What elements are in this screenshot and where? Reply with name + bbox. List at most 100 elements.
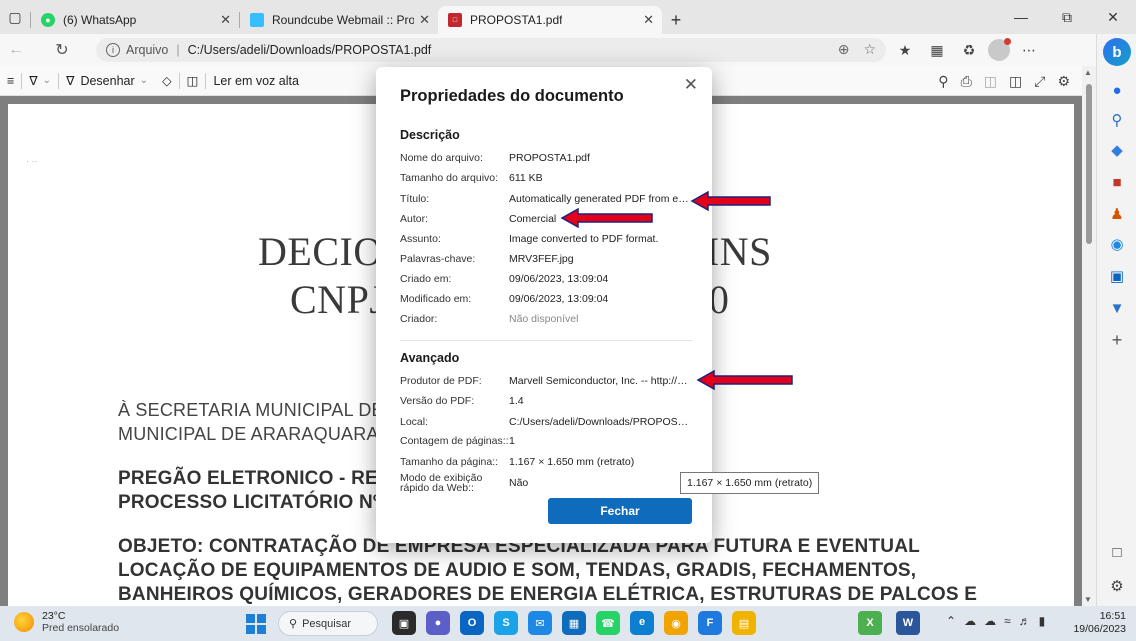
scroll-up-icon[interactable]: ▲ (1084, 68, 1092, 77)
taskbar-apps-right: X W (858, 611, 920, 635)
battery-icon[interactable]: ▮ (1039, 614, 1046, 628)
outlook-icon[interactable]: O (460, 611, 484, 635)
zoom-icon[interactable]: ⊕ (838, 41, 850, 58)
url-divider: | (176, 43, 180, 57)
scrollbar[interactable]: ▲ ▼ (1082, 66, 1096, 606)
store-icon[interactable]: ▦ (562, 611, 586, 635)
files-app-icon[interactable]: F (698, 611, 722, 635)
description-heading: Descrição (400, 128, 460, 142)
mail-icon[interactable]: ✉ (528, 611, 552, 635)
bing-copilot-icon[interactable]: b (1103, 38, 1131, 66)
sun-icon (14, 612, 34, 632)
draw-tool[interactable]: ∇ Desenhar ⌄ (59, 66, 155, 96)
prop-value: 09/06/2023, 13:09:04 (509, 273, 609, 285)
back-arrow-icon[interactable]: ← (0, 34, 32, 66)
restore-icon[interactable]: ⧉ (1044, 0, 1090, 34)
contents-icon[interactable]: ≡ (0, 66, 21, 96)
highlight-icon: ∇ (29, 74, 38, 88)
prop-label: Criado em: (400, 272, 452, 285)
cloud-icon[interactable]: ☁ (964, 614, 976, 628)
bell-icon[interactable]: ● (1105, 78, 1129, 102)
tab-label: (6) WhatsApp (63, 13, 137, 27)
tag-icon[interactable]: ◆ (1105, 138, 1129, 162)
weather-widget[interactable]: 23°C Pred ensolarado (14, 610, 119, 634)
reload-icon[interactable]: ↻ (46, 34, 78, 66)
games-icon[interactable]: ♟ (1105, 202, 1129, 226)
read-aloud-label: Ler em voz alta (213, 73, 299, 88)
avatar[interactable] (988, 38, 1011, 61)
skype-icon[interactable]: S (494, 611, 518, 635)
weather-desc: Pred ensolarado (42, 622, 120, 634)
dialog-title: Propriedades do documento (400, 87, 624, 105)
favorites-icon[interactable]: ★ (892, 37, 918, 63)
info-icon[interactable]: i (106, 43, 120, 57)
more-menu-icon[interactable]: ⋯ (1016, 37, 1042, 63)
draw-icon: ∇ (66, 74, 75, 88)
save-as-icon[interactable]: ◫ (1009, 73, 1022, 90)
search-icon[interactable]: ⚲ (938, 73, 948, 90)
send-icon[interactable]: ▼ (1105, 296, 1129, 320)
section-divider (400, 340, 692, 341)
outlook-icon[interactable]: ▣ (1105, 264, 1129, 288)
windows-start-icon[interactable] (246, 614, 266, 634)
page-size-tooltip: 1.167 × 1.650 mm (retrato) (680, 472, 820, 494)
scroll-down-icon[interactable]: ▼ (1084, 595, 1092, 604)
wifi-icon[interactable]: ≈ (1004, 614, 1011, 628)
teams-icon[interactable]: ● (426, 611, 450, 635)
close-button[interactable]: Fechar (548, 498, 692, 524)
save-icon[interactable]: ◫ (984, 73, 997, 90)
close-window-icon[interactable]: ✕ (1090, 0, 1136, 34)
split-screen-icon[interactable]: □ (1105, 540, 1129, 564)
briefcase-icon[interactable]: ■ (1105, 170, 1129, 194)
excel-icon[interactable]: X (858, 611, 882, 635)
collections-icon[interactable]: ▦ (924, 37, 950, 63)
chevron-up-icon[interactable]: ⌃ (946, 614, 956, 628)
tab-roundcube[interactable]: Roundcube Webmail :: Propostas ✕ (240, 6, 438, 34)
scrollbar-thumb[interactable] (1086, 84, 1092, 244)
settings-gear-icon[interactable]: ⚙ (1057, 73, 1070, 90)
favorite-star-icon[interactable]: ☆ (863, 41, 876, 58)
fullscreen-icon[interactable]: ⤢ (1034, 73, 1045, 90)
advanced-heading: Avançado (400, 351, 460, 365)
task-view-icon[interactable]: ▣ (392, 611, 416, 635)
prop-value: MRV3FEF.jpg (509, 253, 574, 265)
eraser-icon[interactable]: ◇ (155, 66, 179, 96)
office-icon[interactable]: ◉ (1105, 232, 1129, 256)
edge-icon[interactable]: e (630, 611, 654, 635)
weather-temp: 23°C (42, 610, 66, 622)
prop-value: 09/06/2023, 13:09:04 (509, 293, 609, 305)
highlight-tool[interactable]: ∇ ⌄ (22, 66, 58, 96)
close-icon[interactable]: ✕ (419, 12, 430, 28)
new-tab-button[interactable]: + (662, 6, 690, 34)
cloud-sync-icon[interactable]: ☁ (984, 614, 996, 628)
prop-label: Tamanho do arquivo: (400, 171, 499, 184)
tab-whatsapp[interactable]: ● (6) WhatsApp ✕ (31, 6, 239, 34)
read-aloud-button[interactable]: Ler em voz alta (206, 66, 305, 96)
chrome-icon[interactable]: ◉ (664, 611, 688, 635)
taskbar-search[interactable]: ⚲ Pesquisar (278, 611, 378, 636)
print-icon[interactable]: ⎙ (961, 73, 972, 90)
tab-actions-icon[interactable]: ▢ (0, 0, 30, 34)
whatsapp-icon[interactable]: ☎ (596, 611, 620, 635)
volume-icon[interactable]: ♬ (1019, 614, 1031, 628)
url-input[interactable]: i Arquivo | C:/Users/adeli/Downloads/PRO… (96, 38, 886, 62)
doc-para-2b: PROCESSO LICITATÓRIO Nº (118, 492, 381, 513)
clock[interactable]: 16:51 19/06/2023 (1073, 610, 1126, 636)
extensions-icon[interactable]: ♻ (956, 37, 982, 63)
tab-label: Roundcube Webmail :: Propostas (272, 13, 414, 27)
settings-gear-icon[interactable]: ⚙ (1105, 574, 1129, 598)
minimize-icon[interactable]: — (998, 0, 1044, 34)
close-icon[interactable]: ✕ (220, 12, 231, 28)
word-icon[interactable]: W (896, 611, 920, 635)
doc-para-3c: BANHEIROS QUÍMICOS, GERADORES DE ENERGIA… (118, 584, 978, 605)
url-scheme: Arquivo (126, 43, 169, 57)
tab-pdf[interactable]: □ PROPOSTA1.pdf ✕ (438, 6, 662, 34)
close-icon[interactable]: ✕ (684, 75, 698, 95)
omnibox-actions: ⊕ ☆ (838, 41, 876, 58)
add-icon[interactable]: + (1105, 328, 1129, 352)
close-icon[interactable]: ✕ (643, 12, 654, 28)
tab-label: PROPOSTA1.pdf (470, 13, 563, 27)
file-explorer-icon[interactable]: ▤ (732, 611, 756, 635)
text-box-icon[interactable]: ◫ (180, 66, 206, 96)
search-icon[interactable]: ⚲ (1105, 108, 1129, 132)
